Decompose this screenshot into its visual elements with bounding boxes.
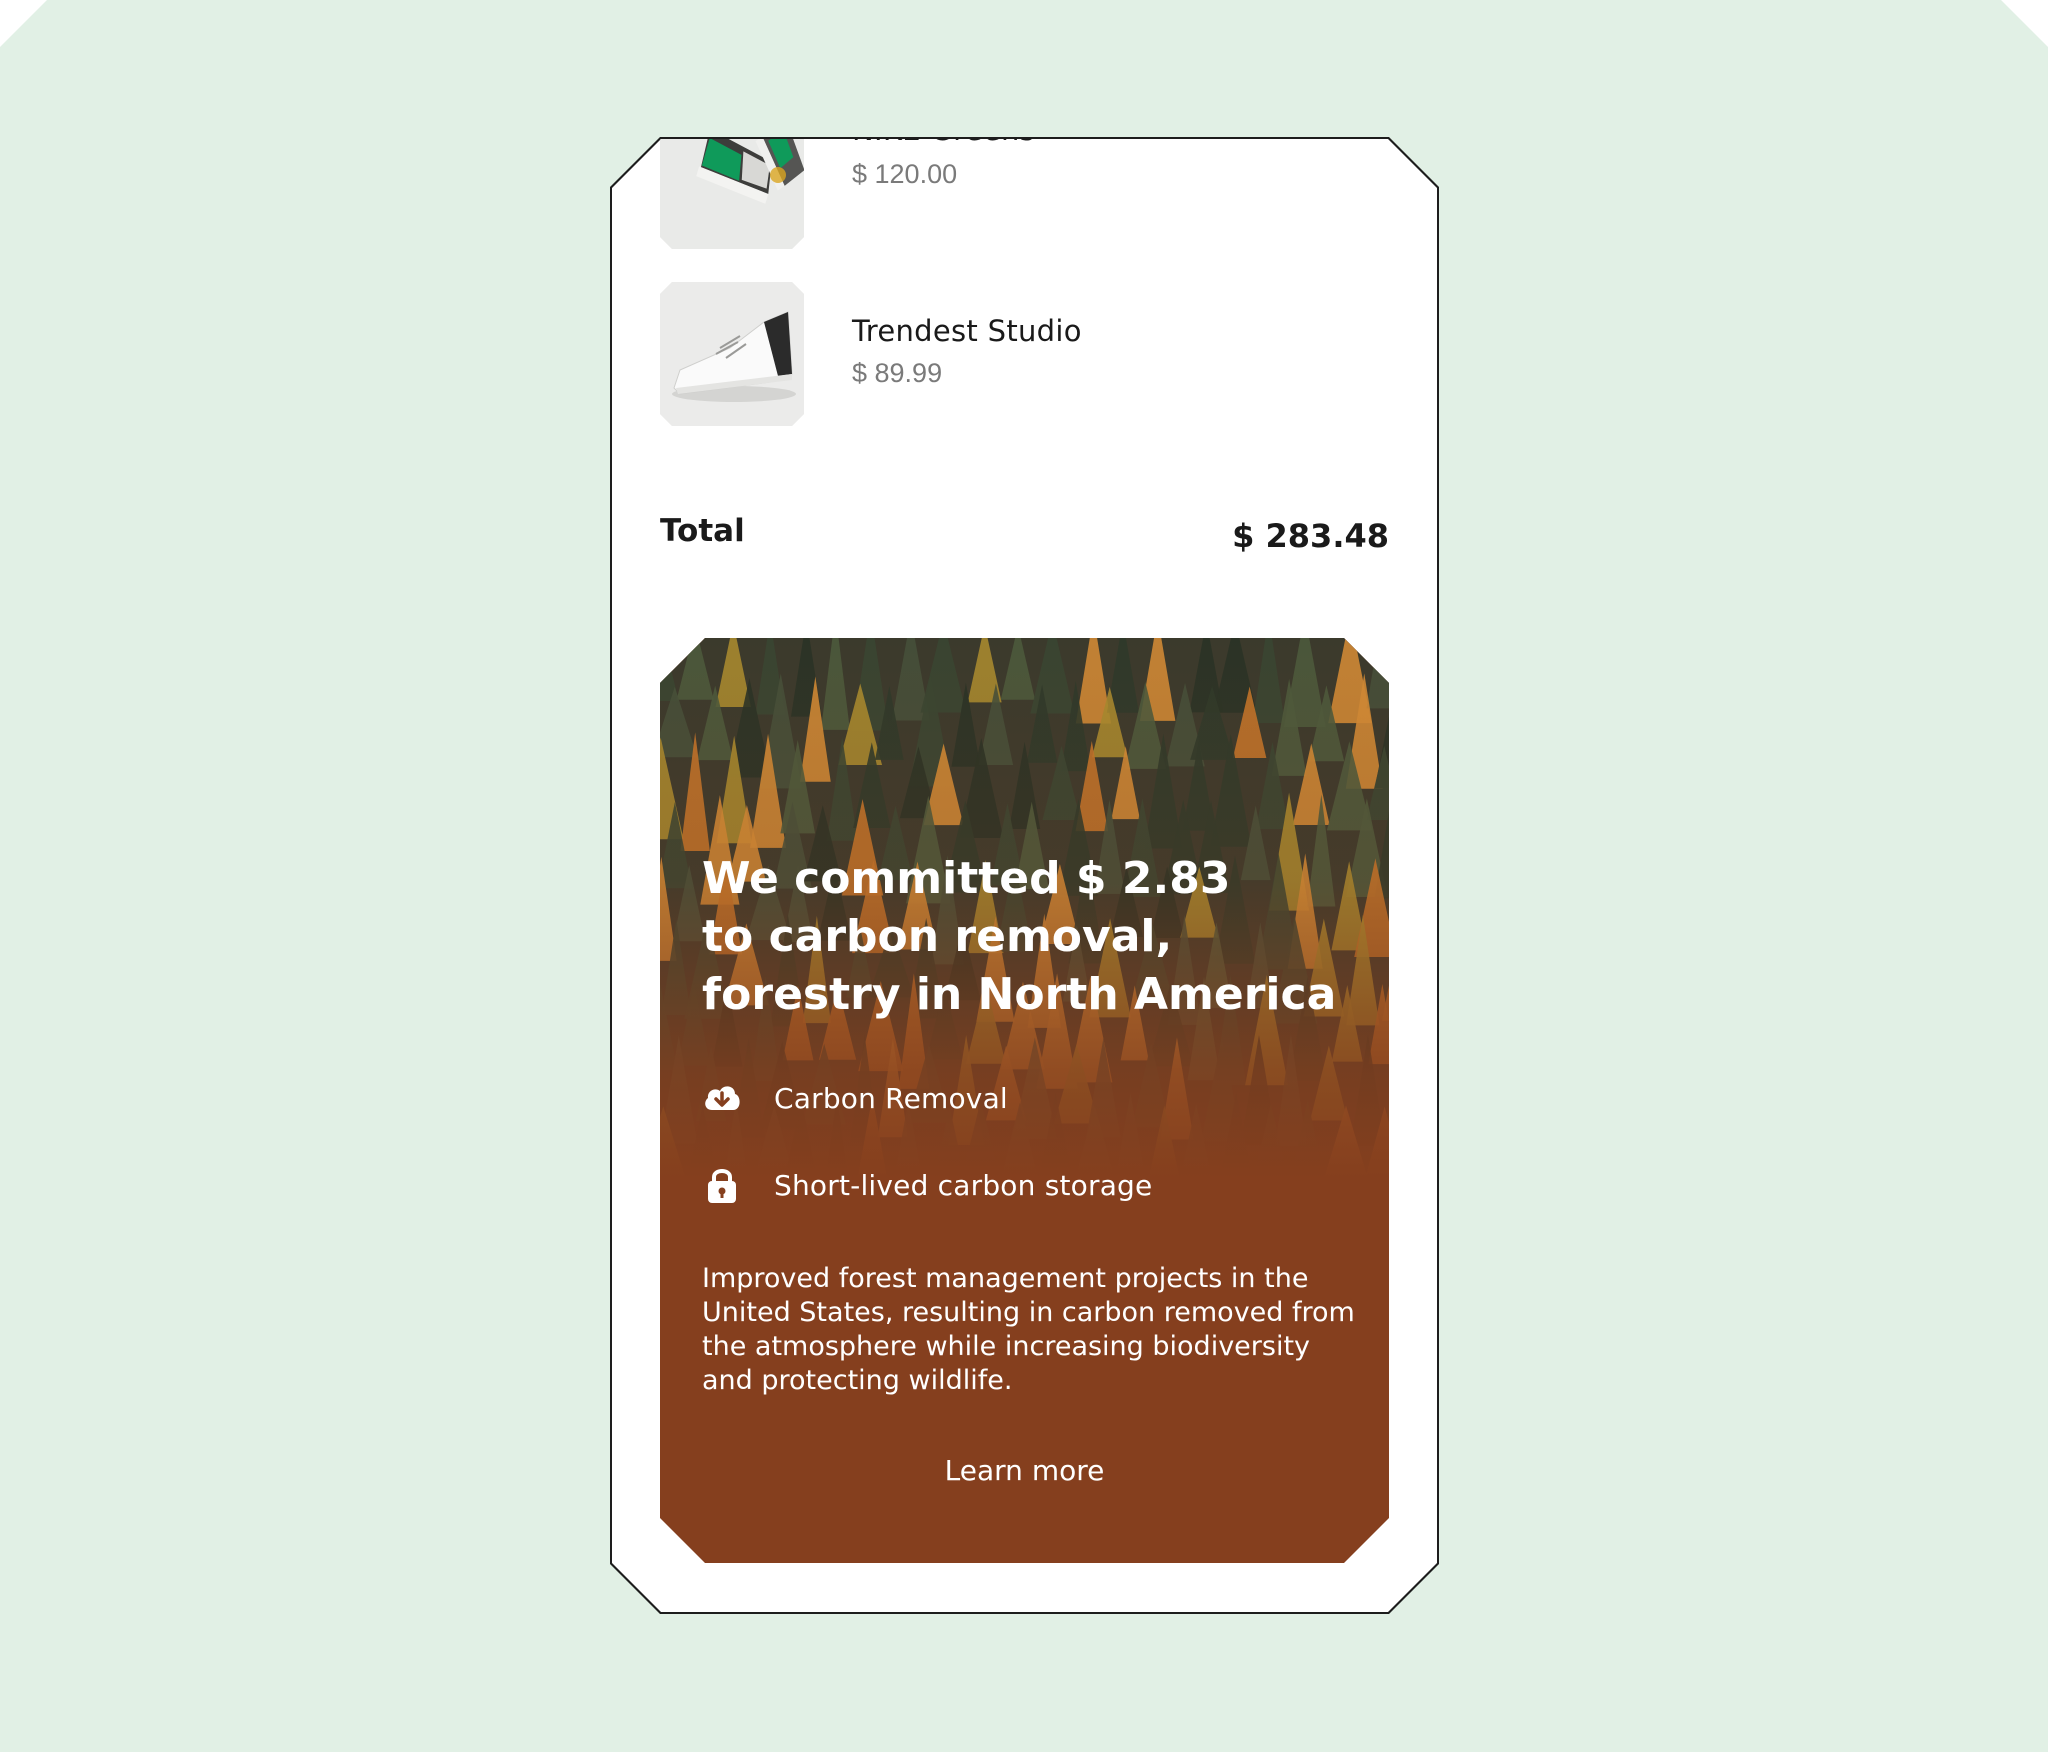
product-price: $ 89.99 bbox=[852, 358, 943, 388]
product-price: $ 120.00 bbox=[852, 159, 958, 189]
total-label: Total bbox=[660, 513, 745, 549]
lock-icon bbox=[708, 1169, 736, 1203]
carbon-removal-card: We committed $ 2.83 to carbon removal, f… bbox=[660, 638, 1389, 1563]
promo-headline: We committed $ 2.83 to carbon removal, f… bbox=[702, 853, 1337, 1020]
total-value: $ 283.48 bbox=[1232, 517, 1389, 555]
promo-description: Improved forest management projects in t… bbox=[702, 1263, 1355, 1396]
feature-label: Short-lived carbon storage bbox=[774, 1169, 1153, 1202]
cart-item[interactable]: Trendest Studio $ 89.99 bbox=[660, 282, 1437, 426]
product-name: Trendest Studio bbox=[852, 314, 1082, 348]
cart-item[interactable]: NIKE Greens $ 120.00 bbox=[660, 139, 1437, 249]
feature-label: Carbon Removal bbox=[774, 1082, 1008, 1115]
cloud-download-icon bbox=[705, 1086, 740, 1110]
phone-screen: NIKE Greens $ 120.00 Trendest Studio $ 8… bbox=[612, 139, 1437, 1612]
product-name: NIKE Greens bbox=[852, 139, 1035, 147]
product-image-trendest-studio bbox=[660, 282, 804, 426]
learn-more-link[interactable]: Learn more bbox=[660, 1454, 1389, 1487]
product-image-nike-greens bbox=[660, 139, 804, 249]
